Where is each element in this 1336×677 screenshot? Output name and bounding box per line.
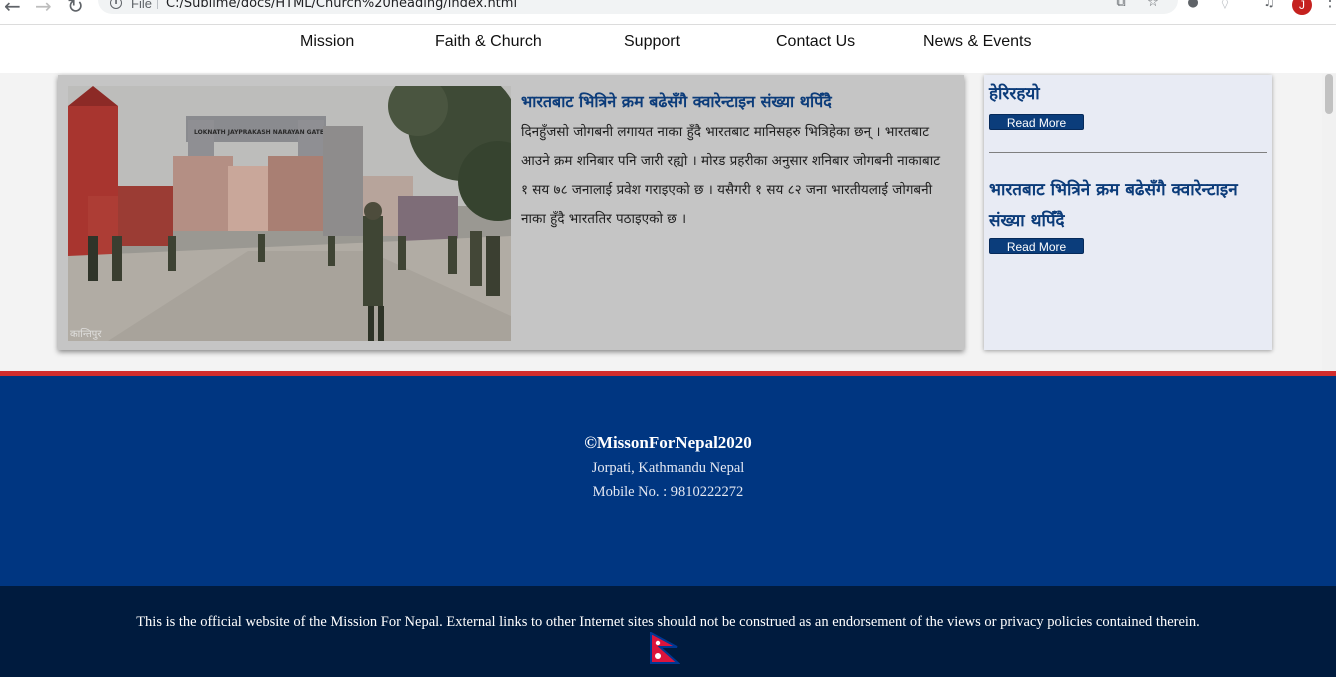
nav-item-mission[interactable]: Mission — [300, 33, 354, 51]
nav-item-contact-us[interactable]: Contact Us — [776, 33, 855, 51]
footer-disclaimer-bar: This is the official website of the Miss… — [0, 586, 1336, 677]
featured-news-card: LOKNATH JAYPRAKASH NARAYAN GATE कान्तिपु… — [58, 75, 964, 350]
scrollbar-thumb[interactable] — [1325, 74, 1333, 114]
address-separator — [157, 0, 158, 9]
featured-news-title[interactable]: भारतबाट भित्रिने क्रम बढेसँगै क्वारेन्टा… — [521, 90, 951, 112]
nav-item-support[interactable]: Support — [624, 33, 680, 51]
page-scrollbar[interactable] — [1322, 74, 1336, 370]
news-photo[interactable]: LOKNATH JAYPRAKASH NARAYAN GATE कान्तिपु… — [68, 86, 511, 341]
reload-icon[interactable]: ↻ — [67, 0, 84, 18]
extension-shield-icon[interactable]: ◊ — [1218, 0, 1232, 10]
url-text[interactable]: C:/Sublime/docs/HTML/Church%20heading/in… — [166, 0, 517, 11]
extension-circle-icon[interactable]: ● — [1186, 0, 1200, 10]
footer-copyright: ©MissonForNepal2020 — [584, 433, 752, 452]
browser-menu-icon[interactable]: ⋮ — [1322, 0, 1336, 10]
read-more-button[interactable]: Read More — [989, 114, 1084, 130]
nav-item-faith-church[interactable]: Faith & Church — [435, 33, 542, 51]
forward-arrow-icon[interactable]: → — [35, 0, 52, 18]
sidebar-item2-title[interactable]: भारतबाट भित्रिने क्रम बढेसँगै क्वारेन्टा… — [989, 175, 1259, 237]
footer-contact: ©MissonForNepal2020 Jorpati, Kathmandu N… — [0, 371, 1336, 586]
sidebar-divider — [989, 152, 1267, 153]
scheme-label: File — [131, 0, 152, 11]
footer-disclaimer: This is the official website of the Miss… — [136, 614, 1200, 630]
footer-address: Jorpati, Kathmandu Nepal — [591, 460, 745, 476]
back-arrow-icon[interactable]: ← — [4, 0, 21, 18]
media-control-icon[interactable]: ♫ — [1262, 0, 1276, 10]
nepal-flag-icon — [650, 632, 680, 664]
photo-watermark: कान्तिपुर — [70, 328, 102, 340]
read-more-button[interactable]: Read More — [989, 238, 1084, 254]
profile-avatar[interactable]: J — [1292, 0, 1312, 15]
nav-item-news-events[interactable]: News & Events — [923, 33, 1031, 51]
sidebar-item1-title-tail[interactable]: हेरिरहयो — [989, 81, 1259, 104]
news-sidebar: हेरिरहयो Read More भारतबाट भित्रिने क्रम… — [984, 75, 1272, 350]
gate-sign-text: LOKNATH JAYPRAKASH NARAYAN GATE — [194, 129, 324, 136]
translate-icon[interactable]: ⧉ — [1114, 0, 1128, 10]
browser-toolbar: ← → ↻ i File C:/Sublime/docs/HTML/Church… — [0, 0, 1336, 25]
bookmark-star-icon[interactable]: ☆ — [1146, 0, 1160, 10]
footer-mobile: Mobile No. : 9810222272 — [592, 484, 744, 500]
site-navigation: Mission Faith & Church Support Contact U… — [0, 25, 1336, 73]
featured-news-body: दिनहुँजसो जोगबनी लगायत नाका हुँदै भारतबा… — [521, 124, 941, 227]
